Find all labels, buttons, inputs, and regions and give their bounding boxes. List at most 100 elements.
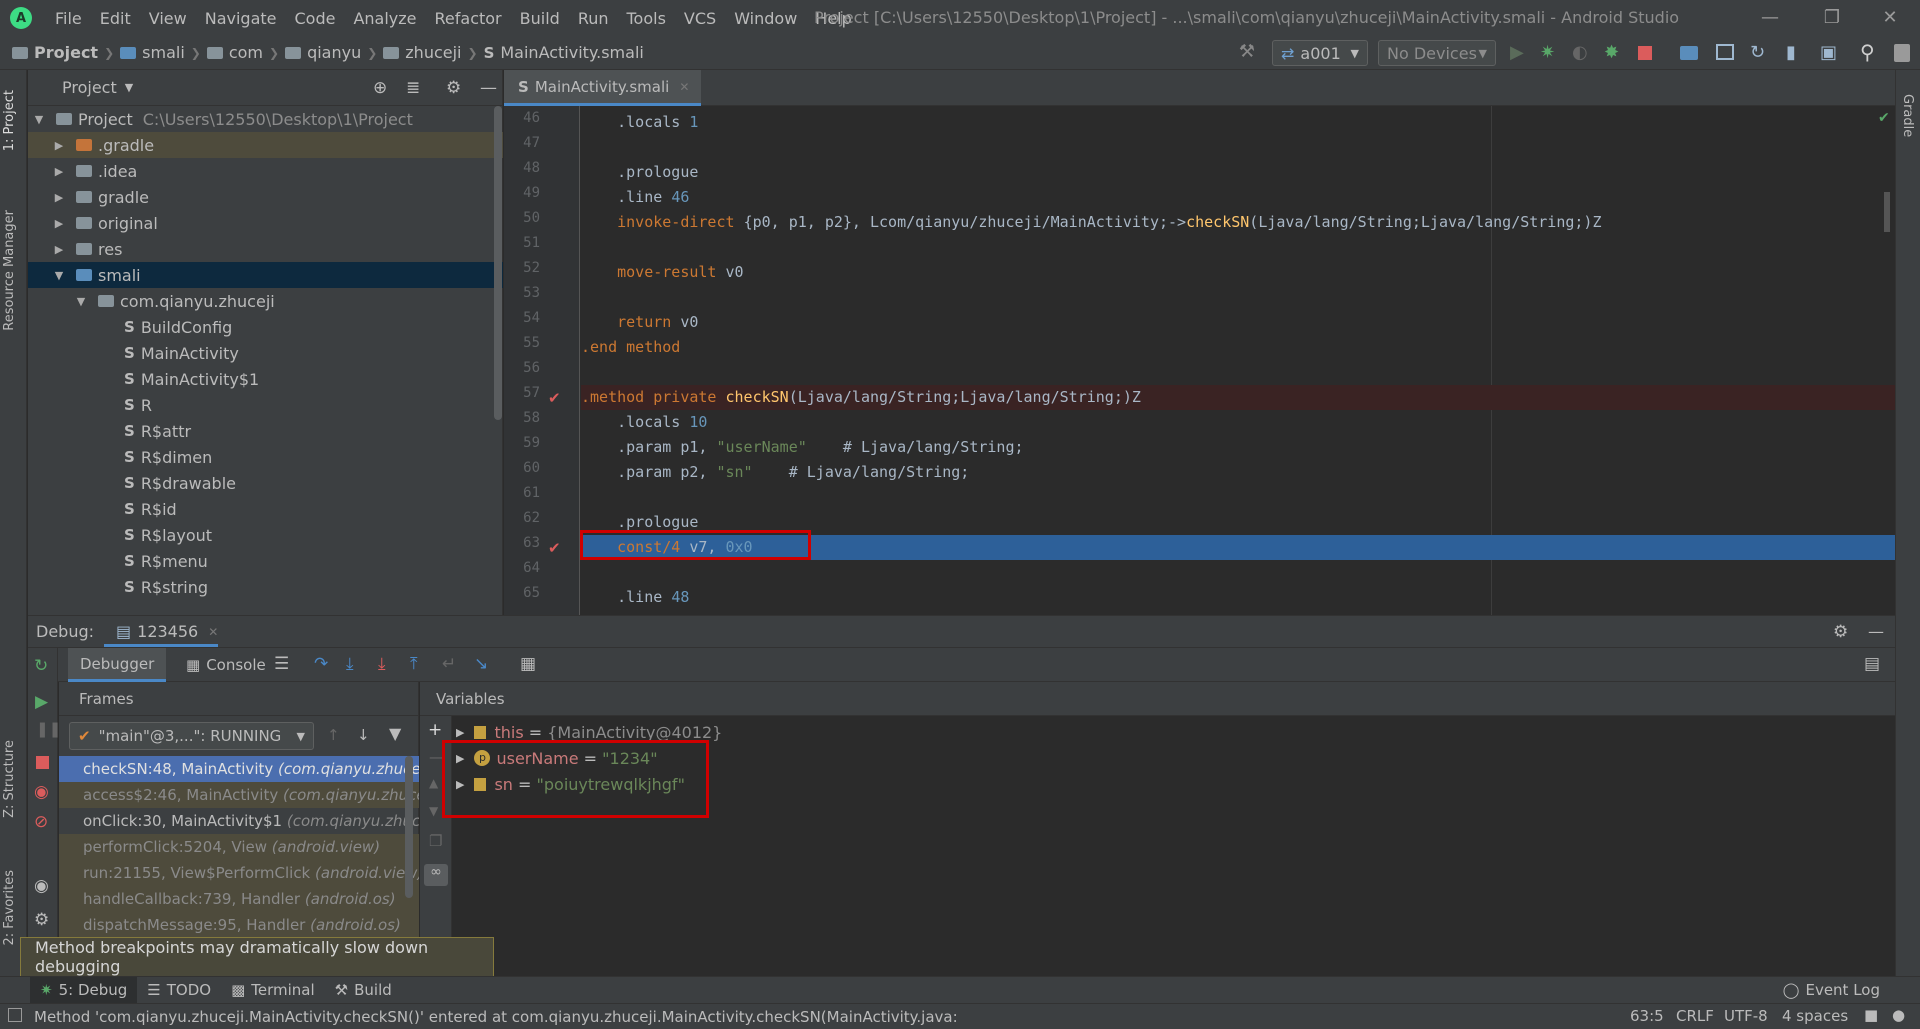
tool-tab-resource-manager[interactable]: Resource Manager <box>2 210 17 331</box>
menu-refactor[interactable]: Refactor <box>426 9 511 28</box>
device-manager-icon[interactable]: ▮ <box>1786 42 1796 63</box>
stop-icon[interactable] <box>36 756 49 769</box>
tree-item-r-drawable[interactable]: S R$drawable <box>28 470 503 496</box>
step-over-icon[interactable]: ↷ <box>314 654 328 674</box>
tree-item-r-menu[interactable]: S R$menu <box>28 548 503 574</box>
tab-debugger[interactable]: Debugger <box>68 648 167 682</box>
tree-item-res[interactable]: ▶ res <box>28 236 503 262</box>
tree-item-buildconfig[interactable]: S BuildConfig <box>28 314 503 340</box>
attach-debugger-icon[interactable]: ✸ <box>1604 42 1619 63</box>
tree-item-r-attr[interactable]: S R$attr <box>28 418 503 444</box>
arrow-down-icon[interactable]: ↓ <box>357 726 370 744</box>
sync-icon[interactable]: ↻ <box>1750 42 1765 63</box>
run-icon[interactable]: ▶ <box>1510 42 1524 63</box>
evaluate-expression-icon[interactable]: ▦ <box>520 654 536 674</box>
device-select[interactable]: No Devices ▼ <box>1378 40 1496 66</box>
tool-tab-gradle[interactable]: Gradle <box>1900 94 1915 137</box>
copy-icon[interactable]: ❐ <box>429 832 442 850</box>
restore-layout-icon[interactable]: ☰ <box>274 654 289 674</box>
tree-item-idea[interactable]: ▶ .idea <box>28 158 503 184</box>
frame-row[interactable]: checkSN:48, MainActivity (com.qianyu.zhu… <box>59 756 419 782</box>
glasses-icon[interactable]: ∞ <box>424 864 448 886</box>
editor-tab-mainactivity[interactable]: S MainActivity.smali ✕ <box>504 70 702 106</box>
memory-indicator-icon[interactable]: ● <box>1892 1006 1905 1024</box>
menu-run[interactable]: Run <box>569 9 618 28</box>
bottom-tab-build[interactable]: ⚒ Build <box>325 977 402 1004</box>
project-scrollbar[interactable] <box>494 106 502 420</box>
method-breakpoint-icon[interactable]: ✔ <box>548 389 561 407</box>
tree-item-original[interactable]: ▶ original <box>28 210 503 236</box>
bottom-tab-terminal[interactable]: ▩ Terminal <box>221 977 325 1004</box>
project-structure-icon[interactable] <box>1680 46 1698 60</box>
hammer-icon[interactable]: ⚒ <box>1236 41 1258 63</box>
frame-row[interactable]: access$2:46, MainActivity (com.qianyu.zh… <box>59 782 419 808</box>
debug-icon[interactable]: ✷ <box>1540 42 1555 63</box>
menu-vcs[interactable]: VCS <box>675 9 725 28</box>
tree-item-mainactivity-1[interactable]: S MainActivity$1 <box>28 366 503 392</box>
settings-icon[interactable]: ⚙ <box>34 910 49 930</box>
menu-view[interactable]: View <box>140 9 196 28</box>
tool-tab-favorites[interactable]: 2: Favorites <box>2 870 17 946</box>
drop-frame-icon[interactable]: ↵ <box>442 654 456 674</box>
frame-row[interactable]: onClick:30, MainActivity$1 (com.qianyu.z… <box>59 808 419 834</box>
move-up-icon[interactable]: ▲ <box>429 776 438 790</box>
file-encoding[interactable]: UTF-8 <box>1724 1007 1768 1025</box>
close-session-icon[interactable]: ✕ <box>208 625 218 639</box>
frame-row[interactable]: handleCallback:739, Handler (android.os) <box>59 886 419 912</box>
breadcrumb-file[interactable]: S MainActivity.smali <box>484 43 644 62</box>
collapse-all-icon[interactable]: ≣ <box>406 78 420 98</box>
tree-item-gradle[interactable]: ▶ gradle <box>28 184 503 210</box>
lock-icon[interactable]: ■ <box>1864 1006 1878 1024</box>
breadcrumb-project[interactable]: Project ❯ <box>12 43 120 62</box>
close-tab-icon[interactable]: ✕ <box>679 80 689 94</box>
debug-session-tab[interactable]: 123456 <box>137 622 198 641</box>
minimize-icon[interactable]: — <box>1750 4 1790 32</box>
add-watch-icon[interactable]: + <box>428 720 442 740</box>
gear-icon[interactable]: ⚙ <box>446 78 461 98</box>
layout-icon[interactable] <box>1894 44 1910 62</box>
chevron-down-icon[interactable]: ▼ <box>125 81 133 94</box>
line-separator[interactable]: CRLF <box>1676 1007 1714 1025</box>
view-breakpoints-icon[interactable]: ◉ <box>34 782 49 802</box>
caret-position[interactable]: 63:5 <box>1630 1007 1664 1025</box>
rerun-icon[interactable]: ↻ <box>34 656 48 676</box>
tree-item-r-id[interactable]: S R$id <box>28 496 503 522</box>
frames-scrollbar[interactable] <box>405 756 413 898</box>
tree-item-r-string[interactable]: S R$string <box>28 574 503 600</box>
step-into-icon[interactable]: ⤓ <box>346 654 354 674</box>
resume-icon[interactable]: ▶ <box>35 692 48 712</box>
tree-item-project-root[interactable]: ▼ Project C:\Users\12550\Desktop\1\Project <box>28 106 503 132</box>
locate-icon[interactable]: ⊕ <box>373 78 387 98</box>
menu-file[interactable]: File <box>46 9 91 28</box>
run-to-cursor-icon[interactable]: ↘ <box>474 654 488 674</box>
project-panel-title[interactable]: Project <box>62 78 117 97</box>
sdk-manager-icon[interactable]: ▣ <box>1820 42 1837 63</box>
menu-analyze[interactable]: Analyze <box>344 9 425 28</box>
bottom-tab-todo[interactable]: ☰ TODO <box>137 977 221 1004</box>
breadcrumb-qianyu[interactable]: qianyu ❯ <box>285 43 383 62</box>
close-icon[interactable]: ✕ <box>1870 4 1910 32</box>
tree-item-smali[interactable]: ▼ smali <box>28 262 503 288</box>
hide-icon[interactable]: — <box>480 78 497 98</box>
breadcrumb-com[interactable]: com ❯ <box>206 43 285 62</box>
pause-icon[interactable]: ❚❚ <box>36 720 61 738</box>
frame-row[interactable]: performClick:5204, View (android.view) <box>59 834 419 860</box>
arrow-up-icon[interactable]: ↑ <box>327 726 340 744</box>
stop-icon[interactable] <box>1638 46 1652 60</box>
layout-settings-icon[interactable]: ▤ <box>1864 654 1880 674</box>
breadcrumb-smali[interactable]: smali ❯ <box>120 43 207 62</box>
thread-select[interactable]: ✔ "main"@3,...": RUNNING ▼ <box>69 722 314 750</box>
step-out-icon[interactable]: ⤒ <box>410 654 418 674</box>
run-config-select[interactable]: ⇄ a001 ▼ <box>1272 40 1368 66</box>
filter-icon[interactable]: ▼ <box>389 724 401 743</box>
indent-setting[interactable]: 4 spaces <box>1782 1007 1848 1025</box>
tool-tab-structure[interactable]: Z: Structure <box>2 740 17 818</box>
menu-navigate[interactable]: Navigate <box>196 9 286 28</box>
hide-icon[interactable]: — <box>1868 622 1884 641</box>
method-breakpoint-icon[interactable]: ✔ <box>548 539 561 557</box>
bottom-tab-debug[interactable]: ✷ 5: Debug <box>30 976 138 1004</box>
menu-edit[interactable]: Edit <box>91 9 140 28</box>
tree-item-r[interactable]: SR <box>28 392 503 418</box>
tree-item-r-layout[interactable]: S R$layout <box>28 522 503 548</box>
menu-tools[interactable]: Tools <box>618 9 675 28</box>
